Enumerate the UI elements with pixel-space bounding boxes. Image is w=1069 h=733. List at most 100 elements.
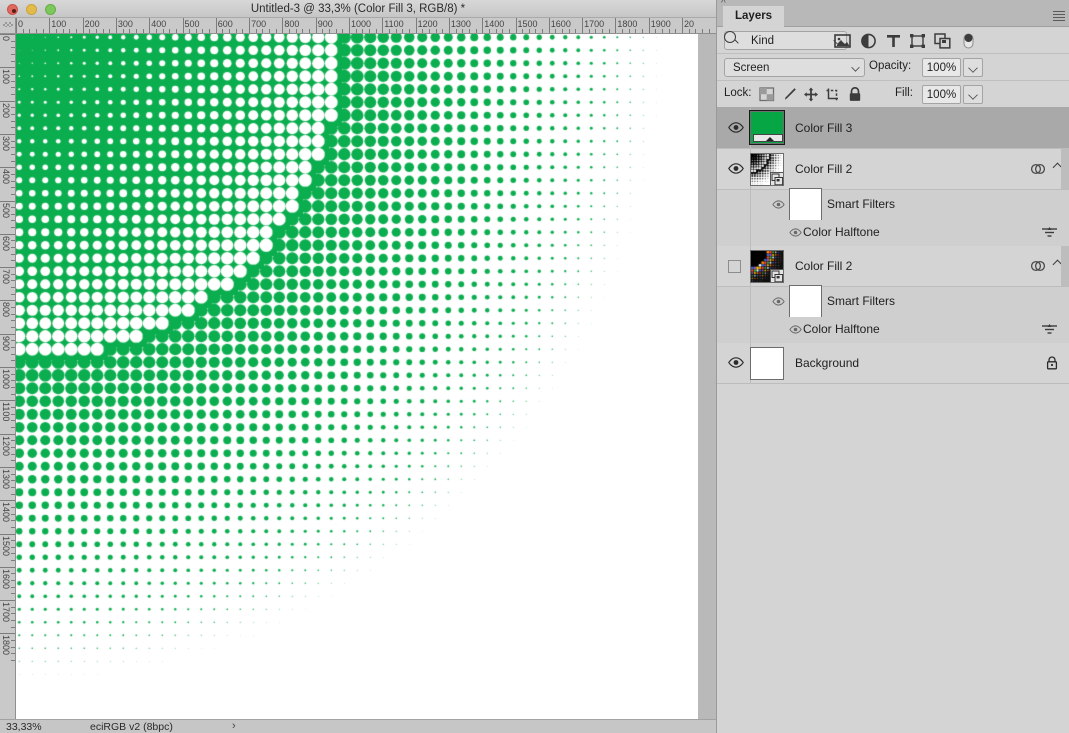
layer-thumbnail[interactable] (750, 250, 784, 283)
status-color-profile[interactable]: eciRGB v2 (8bpc) (90, 721, 173, 733)
ruler-label: 100 (51, 19, 67, 29)
visibility-eye-icon[interactable] (772, 200, 785, 209)
layer-thumbnail[interactable] (750, 347, 784, 380)
layer-row[interactable]: Color Fill 3 (717, 108, 1069, 149)
smart-filter-label[interactable]: Smart Filters (827, 197, 895, 211)
layers-panel: ^ Layers Kind Screen Opacity: 100% Lock:… (716, 0, 1069, 733)
layer-name[interactable]: Background (795, 356, 859, 370)
fill-stepper-icon[interactable] (963, 85, 983, 104)
smart-filter-label[interactable]: Smart Filters (827, 294, 895, 308)
ruler-label: 700 (1, 269, 11, 285)
panel-tab-bar: Layers (717, 6, 1069, 27)
layer-name[interactable]: Color Fill 2 (795, 259, 852, 273)
lock-artboard-icon[interactable] (825, 87, 841, 102)
layer-thumbnail[interactable] (750, 153, 784, 186)
ruler-label: 300 (117, 19, 133, 29)
visibility-eye-icon[interactable] (772, 297, 785, 306)
blend-mode-value: Screen (733, 62, 770, 74)
lock-row: Lock: Fill: 100% (717, 81, 1069, 108)
fill-label: Fill: (895, 87, 913, 99)
ruler-label: 500 (1, 202, 11, 218)
ruler-label: 1300 (450, 19, 471, 29)
smart-object-badge (770, 269, 783, 282)
visibility-eye-icon[interactable] (728, 357, 744, 368)
ruler-label: 1300 (1, 468, 11, 489)
ruler-label: 1600 (550, 19, 571, 29)
smart-filter-label[interactable]: Color Halftone (803, 322, 880, 336)
opacity-stepper-icon[interactable] (963, 58, 983, 77)
lock-icon (1046, 356, 1058, 370)
blend-mode-select[interactable]: Screen (724, 58, 865, 77)
smart-filter-icon[interactable] (1030, 259, 1046, 273)
shape-filter-icon[interactable] (909, 33, 926, 49)
smart-filter-row[interactable]: Color Halftone (717, 317, 1069, 343)
ruler-label: 1500 (1, 535, 11, 556)
tab-layers[interactable]: Layers (723, 6, 785, 27)
visibility-eye-icon[interactable] (728, 163, 744, 174)
vertical-ruler[interactable]: 0 100 200 300 400 500 600 700 800 900 1000 1100 1200… (0, 34, 16, 719)
smart-object-filter-icon[interactable] (934, 33, 951, 49)
filter-blending-options-icon[interactable] (1041, 323, 1058, 336)
opacity-input[interactable]: 100% (922, 58, 961, 77)
layer-thumbnail[interactable] (749, 110, 785, 145)
layer-name[interactable]: Color Fill 3 (795, 121, 852, 135)
ruler-label: 1400 (1, 502, 11, 523)
horizontal-ruler[interactable]: 0 100 200 300 400 500 600 700 800 900 1000 1100 1200… (16, 18, 716, 34)
fill-input[interactable]: 100% (922, 85, 961, 104)
title-bar: Untitled-3 @ 33,3% (Color Fill 3, RGB/8)… (0, 0, 716, 18)
ruler-label: 300 (1, 135, 11, 151)
layer-row[interactable]: Background (717, 343, 1069, 384)
layer-row[interactable]: Color Fill 2 (717, 149, 1069, 190)
divider (750, 190, 751, 220)
visibility-eye-icon[interactable] (728, 260, 741, 273)
layer-mask-thumbnail[interactable] (753, 134, 783, 142)
smart-filter-label[interactable]: Color Halftone (803, 225, 880, 239)
document-window: Untitled-3 @ 33,3% (Color Fill 3, RGB/8)… (0, 0, 716, 733)
layer-name[interactable]: Color Fill 2 (795, 162, 852, 176)
lock-brush-icon[interactable] (781, 87, 797, 102)
chevron-down-icon (851, 63, 860, 72)
adjustment-filter-icon[interactable] (860, 33, 877, 49)
visibility-eye-icon[interactable] (789, 325, 802, 334)
filter-blending-options-icon[interactable] (1041, 226, 1058, 239)
ruler-label: 800 (284, 19, 300, 29)
opacity-label: Opacity: (869, 60, 912, 72)
status-expand-icon[interactable]: › (232, 720, 236, 732)
ruler-label: 1200 (417, 19, 438, 29)
document-canvas[interactable] (16, 34, 698, 719)
ruler-label: 0 (18, 19, 24, 29)
ruler-label: 1400 (484, 19, 505, 29)
visibility-eye-icon[interactable] (789, 228, 802, 237)
ruler-label: 1500 (517, 19, 538, 29)
ruler-corner[interactable] (0, 18, 16, 34)
smart-filter-row[interactable]: Color Halftone (717, 220, 1069, 246)
smart-filter-mask-thumbnail[interactable] (789, 285, 822, 318)
ruler-label: 400 (151, 19, 167, 29)
panel-scrollbar[interactable] (1061, 246, 1069, 286)
hamburger-menu-icon[interactable] (1053, 11, 1065, 22)
divider (750, 317, 751, 343)
type-filter-icon[interactable] (885, 33, 902, 49)
canvas-area[interactable] (16, 34, 716, 719)
layer-row[interactable]: Color Fill 2 (717, 246, 1069, 287)
ruler-label: 700 (251, 19, 267, 29)
filter-toggle-icon[interactable] (960, 33, 977, 49)
lock-all-icon[interactable] (847, 87, 863, 102)
smart-filter-icon[interactable] (1030, 162, 1046, 176)
halftone-artwork (16, 34, 698, 719)
smart-filter-row[interactable]: Smart Filters (717, 188, 1069, 221)
smart-filter-mask-thumbnail[interactable] (789, 188, 822, 221)
image-filter-icon[interactable] (834, 33, 851, 49)
smart-filter-row[interactable]: Smart Filters (717, 285, 1069, 318)
status-zoom-level[interactable]: 33,33% (6, 721, 42, 733)
layer-list[interactable]: Color Fill 3 Color Fill 2 Smart Filters Col… (717, 108, 1069, 733)
panel-scrollbar[interactable] (1061, 149, 1069, 189)
filter-kind-select[interactable]: Kind (724, 31, 847, 50)
ruler-label: 400 (1, 169, 11, 185)
lock-transparency-icon[interactable] (759, 87, 775, 102)
ruler-label: 1000 (1, 369, 11, 390)
ruler-label: 1700 (584, 19, 605, 29)
visibility-eye-icon[interactable] (728, 122, 744, 133)
ruler-label: 600 (217, 19, 233, 29)
lock-move-icon[interactable] (803, 87, 819, 102)
